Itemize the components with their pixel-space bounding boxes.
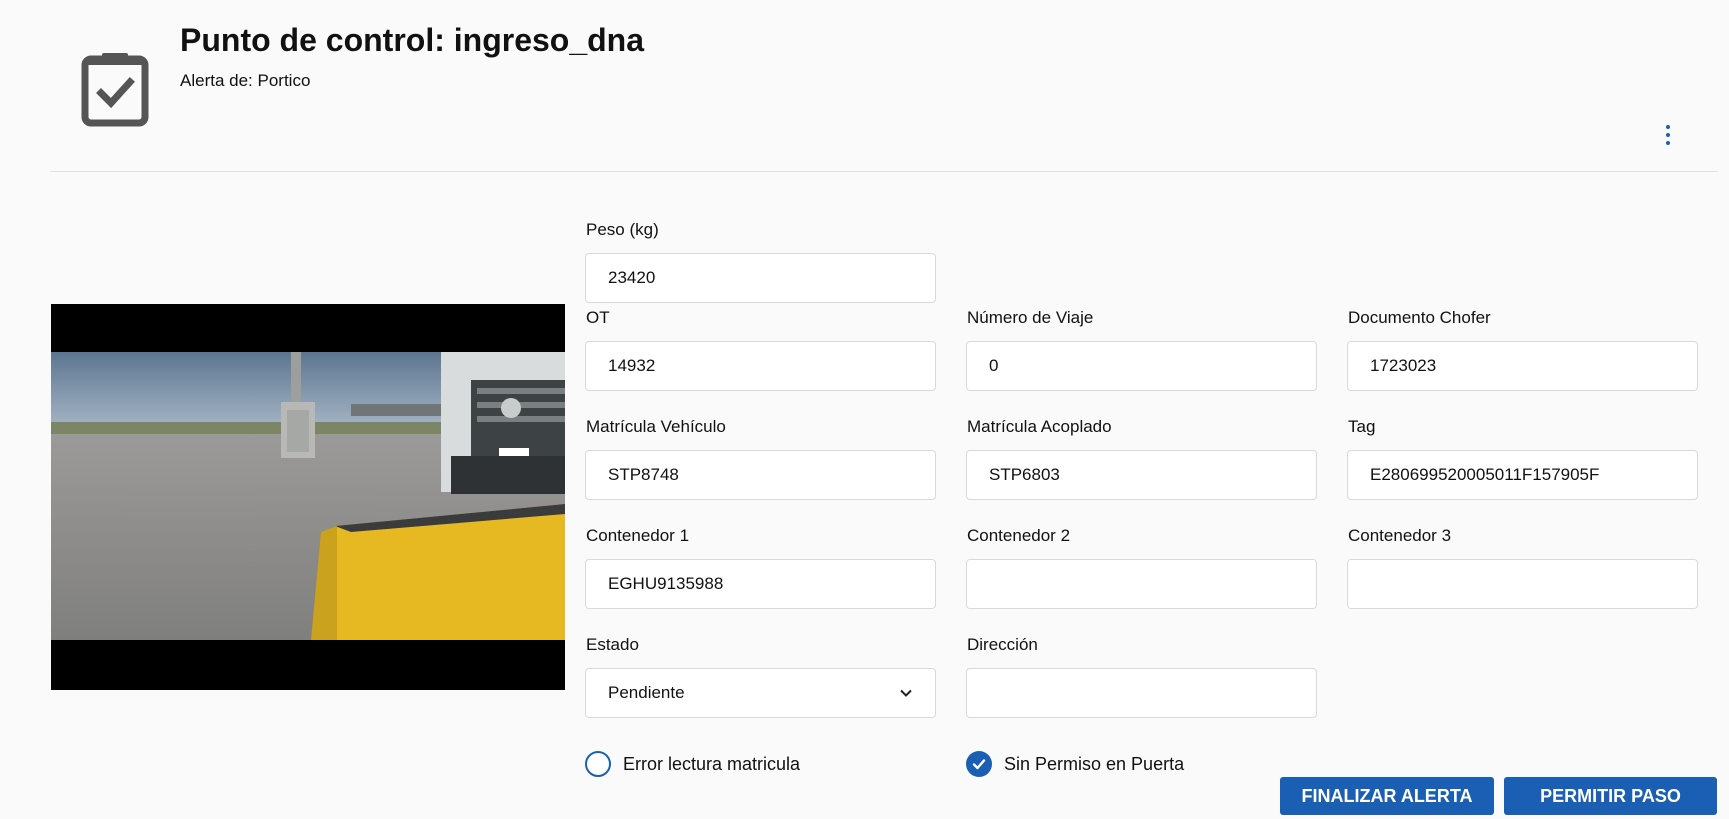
matricula-vehiculo-label: Matrícula Vehículo bbox=[586, 417, 726, 436]
camera-snapshot bbox=[51, 304, 565, 690]
contenedor1-input[interactable] bbox=[585, 559, 936, 609]
tag-input[interactable] bbox=[1347, 450, 1698, 500]
ot-input[interactable] bbox=[585, 341, 936, 391]
page-title: Punto de control: ingreso_dna bbox=[180, 22, 645, 58]
numero-viaje-label: Número de Viaje bbox=[967, 308, 1094, 327]
matricula-acoplado-label: Matrícula Acoplado bbox=[967, 417, 1112, 436]
sin-permiso-label: Sin Permiso en Puerta bbox=[1004, 754, 1185, 774]
contenedor2-input[interactable] bbox=[966, 559, 1317, 609]
sin-permiso-checkbox[interactable] bbox=[966, 751, 992, 777]
error-lectura-label: Error lectura matricula bbox=[623, 754, 801, 774]
contenedor3-label: Contenedor 3 bbox=[1348, 526, 1452, 545]
header-divider bbox=[50, 171, 1718, 172]
alert-source: Alerta de: Portico bbox=[180, 71, 311, 90]
ot-label: OT bbox=[586, 308, 610, 327]
check-icon bbox=[972, 759, 986, 770]
clipboard-check-icon bbox=[80, 50, 150, 128]
peso-input[interactable] bbox=[585, 253, 936, 303]
chevron-down-icon bbox=[900, 689, 912, 697]
contenedor2-label: Contenedor 2 bbox=[967, 526, 1071, 545]
estado-select[interactable]: Pendiente bbox=[585, 668, 936, 718]
direccion-label: Dirección bbox=[967, 635, 1038, 654]
documento-chofer-input[interactable] bbox=[1347, 341, 1698, 391]
matricula-vehiculo-input[interactable] bbox=[585, 450, 936, 500]
documento-chofer-label: Documento Chofer bbox=[1348, 308, 1491, 327]
finalizar-alerta-button[interactable]: FINALIZAR ALERTA bbox=[1280, 777, 1494, 815]
tag-label: Tag bbox=[1348, 417, 1376, 436]
peso-label: Peso (kg) bbox=[586, 220, 659, 239]
contenedor1-label: Contenedor 1 bbox=[586, 526, 690, 545]
matricula-acoplado-input[interactable] bbox=[966, 450, 1317, 500]
contenedor3-input[interactable] bbox=[1347, 559, 1698, 609]
permitir-paso-button[interactable]: PERMITIR PASO bbox=[1504, 777, 1717, 815]
direccion-input[interactable] bbox=[966, 668, 1317, 718]
more-vertical-icon[interactable] bbox=[1656, 120, 1680, 150]
estado-selected-value: Pendiente bbox=[608, 683, 685, 702]
error-lectura-radio[interactable] bbox=[585, 751, 611, 777]
numero-viaje-input[interactable] bbox=[966, 341, 1317, 391]
estado-label: Estado bbox=[586, 635, 639, 654]
